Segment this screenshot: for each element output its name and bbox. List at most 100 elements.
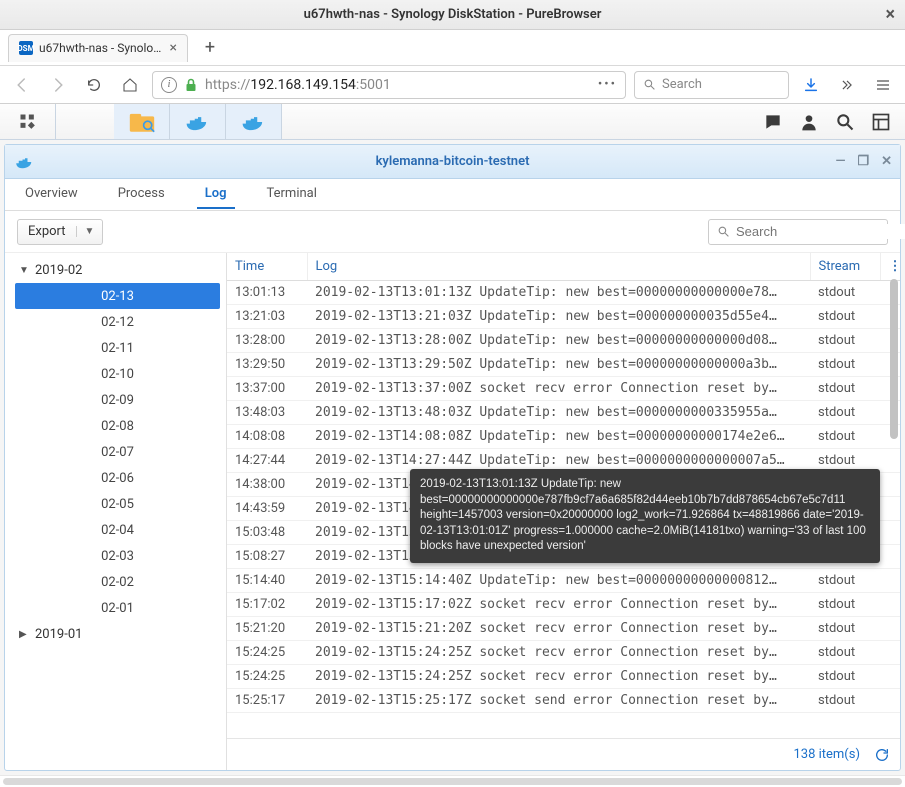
cell-log: 2019-02-13T14:08:08Z UpdateTip: new best…	[307, 425, 810, 449]
search-icon	[717, 225, 730, 238]
tree-day[interactable]: 02-03	[15, 543, 220, 569]
site-info-icon[interactable]: i	[161, 77, 177, 93]
dsm-user-icon[interactable]	[799, 112, 819, 132]
log-row[interactable]: 14:08:082019-02-13T14:08:08Z UpdateTip: …	[227, 425, 900, 449]
dsm-taskbar-filestation[interactable]	[114, 104, 170, 139]
dsm-widgets-icon[interactable]	[871, 112, 891, 132]
os-window-title: u67hwth-nas - Synology DiskStation - Pur…	[304, 7, 602, 22]
docker-tabs: Overview Process Log Terminal	[5, 179, 900, 211]
tree-day[interactable]: 02-12	[15, 309, 220, 335]
forward-button[interactable]	[44, 71, 72, 99]
cell-time: 15:21:20	[227, 617, 307, 641]
col-header-stream[interactable]: Stream	[810, 253, 880, 281]
home-button[interactable]	[116, 71, 144, 99]
log-row[interactable]: 13:28:002019-02-13T13:28:00Z UpdateTip: …	[227, 329, 900, 353]
os-scrollbar-horizontal[interactable]	[0, 775, 905, 787]
col-header-time[interactable]: Time	[227, 253, 307, 281]
cell-log: 2019-02-13T13:29:50Z UpdateTip: new best…	[307, 353, 810, 377]
cell-time: 15:24:25	[227, 641, 307, 665]
log-row[interactable]: 13:21:032019-02-13T13:21:03Z UpdateTip: …	[227, 305, 900, 329]
cell-stream: stdout	[810, 281, 880, 305]
scrollbar-thumb[interactable]	[890, 279, 898, 439]
tree-day[interactable]: 02-02	[15, 569, 220, 595]
tree-day[interactable]: 02-10	[15, 361, 220, 387]
chevron-right-icon: ▶	[19, 629, 29, 640]
log-row[interactable]: 15:25:172019-02-13T15:25:17Z socket send…	[227, 689, 900, 713]
refresh-button[interactable]	[874, 747, 890, 763]
tree-day[interactable]: 02-11	[15, 335, 220, 361]
docker-icon	[241, 112, 267, 132]
log-search-box[interactable]	[708, 219, 888, 245]
new-tab-button[interactable]: +	[196, 34, 224, 62]
log-row[interactable]: 13:01:132019-02-13T13:01:13Z UpdateTip: …	[227, 281, 900, 305]
dsm-main-menu-button[interactable]	[0, 104, 56, 139]
cell-time: 13:21:03	[227, 305, 307, 329]
tree-day[interactable]: 02-07	[15, 439, 220, 465]
tree-month[interactable]: ▼2019-02	[5, 257, 226, 283]
col-header-log[interactable]: Log	[307, 253, 810, 281]
cell-log: 2019-02-13T13:21:03Z UpdateTip: new best…	[307, 305, 810, 329]
tab-process[interactable]: Process	[110, 180, 173, 209]
log-row[interactable]: 15:17:022019-02-13T15:17:02Z socket recv…	[227, 593, 900, 617]
home-icon	[122, 77, 138, 93]
dsm-chat-icon[interactable]	[763, 112, 783, 132]
cell-stream: stdout	[810, 353, 880, 377]
tab-overview[interactable]: Overview	[17, 180, 86, 209]
log-row[interactable]: 15:24:252019-02-13T15:24:25Z socket recv…	[227, 665, 900, 689]
reload-button[interactable]	[80, 71, 108, 99]
window-minimize-icon[interactable]: —	[835, 154, 845, 169]
cell-stream: stdout	[810, 641, 880, 665]
log-footer: 138 item(s)	[227, 738, 900, 770]
tree-day[interactable]: 02-08	[15, 413, 220, 439]
dsm-taskbar-docker-1[interactable]	[170, 104, 226, 139]
log-row[interactable]: 15:21:202019-02-13T15:21:20Z socket recv…	[227, 617, 900, 641]
cell-log: 2019-02-13T13:28:00Z UpdateTip: new best…	[307, 329, 810, 353]
lock-icon	[185, 78, 197, 92]
tree-month-label: 2019-02	[35, 263, 82, 278]
log-row[interactable]: 15:24:252019-02-13T15:24:25Z socket recv…	[227, 641, 900, 665]
hamburger-button[interactable]	[869, 71, 897, 99]
log-row[interactable]: 15:14:402019-02-13T15:14:40Z UpdateTip: …	[227, 569, 900, 593]
dsm-taskbar-docker-2[interactable]	[226, 104, 282, 139]
overflow-button[interactable]	[833, 71, 861, 99]
tab-close-icon[interactable]: ×	[170, 40, 177, 56]
log-search-input[interactable]	[736, 224, 905, 239]
tree-day[interactable]: 02-04	[15, 517, 220, 543]
cell-stream: stdout	[810, 425, 880, 449]
log-row[interactable]: 13:29:502019-02-13T13:29:50Z UpdateTip: …	[227, 353, 900, 377]
window-maximize-icon[interactable]: ❐	[857, 154, 869, 169]
cell-time: 14:08:08	[227, 425, 307, 449]
tree-day[interactable]: 02-01	[15, 595, 220, 621]
tab-log[interactable]: Log	[197, 180, 235, 209]
docker-window-titlebar[interactable]: kylemanna-bitcoin-testnet — ❐ ✕	[5, 145, 900, 179]
scrollbar-vertical[interactable]	[890, 279, 898, 736]
tree-day[interactable]: 02-05	[15, 491, 220, 517]
tree-day[interactable]: 02-06	[15, 465, 220, 491]
tab-terminal[interactable]: Terminal	[259, 180, 325, 209]
browser-tab[interactable]: DSM u67hwth-nas - Synology ×	[8, 34, 188, 62]
os-close-icon[interactable]: ×	[885, 4, 895, 25]
url-text: https://192.168.149.154:5001	[205, 77, 391, 93]
page-actions-icon[interactable]: •••	[598, 77, 617, 92]
date-tree[interactable]: ▼2019-0202-1302-1202-1102-1002-0902-0802…	[5, 253, 227, 770]
export-button[interactable]: Export ▼	[17, 219, 103, 245]
tree-day[interactable]: 02-09	[15, 387, 220, 413]
tree-day[interactable]: 02-13	[15, 283, 220, 309]
window-close-icon[interactable]: ✕	[881, 154, 892, 169]
log-row[interactable]: 13:37:002019-02-13T13:37:00Z socket recv…	[227, 377, 900, 401]
url-bar[interactable]: i https://192.168.149.154:5001 •••	[152, 71, 626, 99]
chevron-down-icon[interactable]: ▼	[76, 226, 103, 237]
arrow-left-icon	[13, 76, 31, 94]
cell-stream: stdout	[810, 305, 880, 329]
file-station-icon	[129, 111, 155, 133]
log-row[interactable]: 13:48:032019-02-13T13:48:03Z UpdateTip: …	[227, 401, 900, 425]
downloads-button[interactable]	[797, 71, 825, 99]
dsm-search-icon[interactable]	[835, 112, 855, 132]
back-button[interactable]	[8, 71, 36, 99]
browser-search[interactable]: Search	[634, 71, 789, 99]
cell-time: 13:28:00	[227, 329, 307, 353]
col-header-menu[interactable]: ⋮	[880, 253, 900, 281]
tree-month[interactable]: ▶2019-01	[5, 621, 226, 647]
cell-log: 2019-02-13T13:48:03Z UpdateTip: new best…	[307, 401, 810, 425]
os-scrollbar-thumb[interactable]	[3, 778, 902, 785]
